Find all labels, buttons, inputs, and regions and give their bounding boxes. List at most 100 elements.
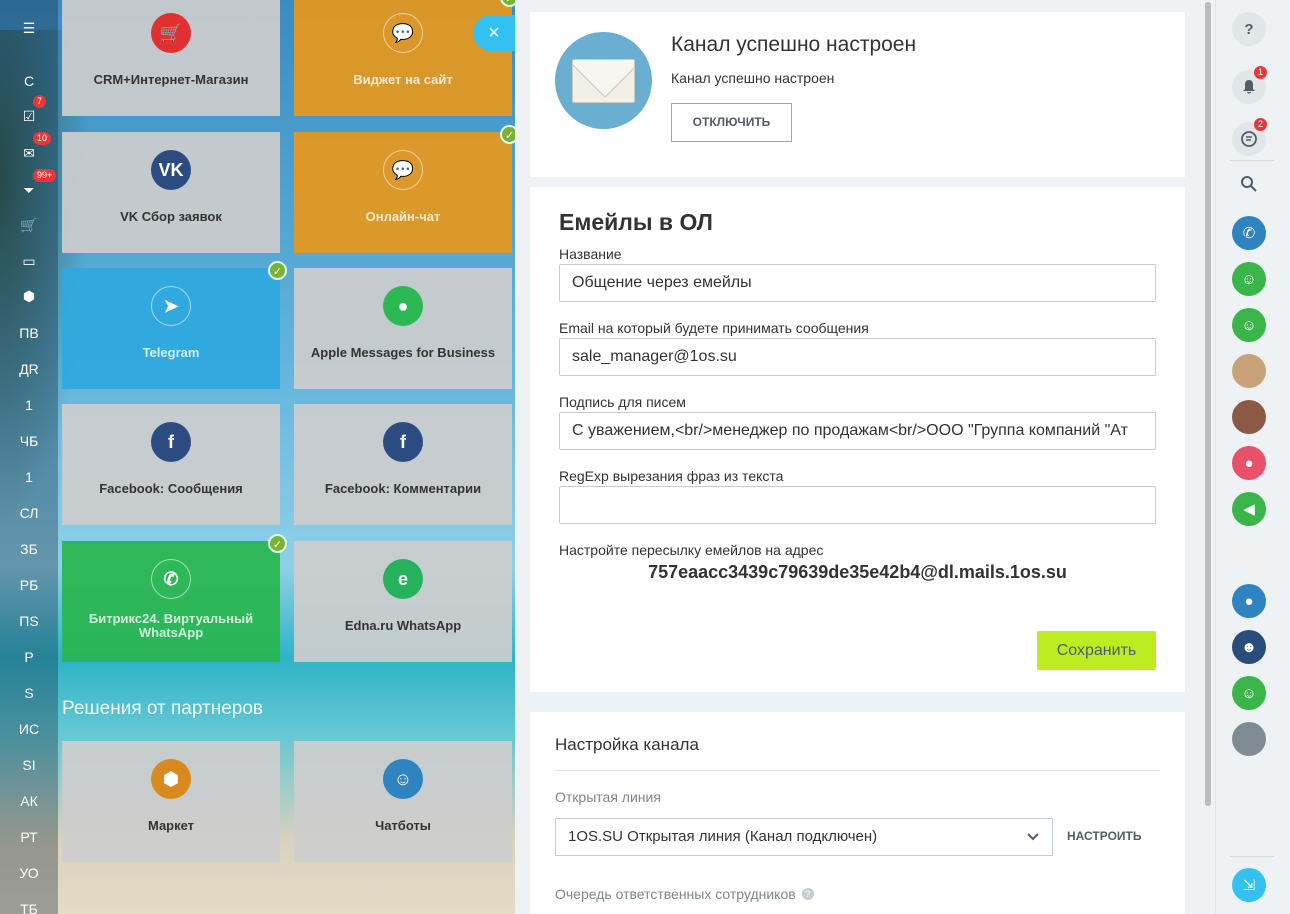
connector-tile-label: Apple Messages for Business bbox=[310, 345, 496, 360]
chat-icon: 💬 bbox=[383, 13, 423, 53]
signature-input[interactable]: С уважением,<br/>менеджер по продажам<br… bbox=[559, 412, 1156, 450]
left-nav-item[interactable]: ✉ 10 bbox=[0, 132, 58, 166]
email-input[interactable]: sale_manager@1os.su bbox=[559, 338, 1156, 376]
channel-settings-title: Настройка канала bbox=[555, 735, 699, 754]
help-icon[interactable]: ? bbox=[801, 888, 814, 900]
queue-label-text: Очередь ответственных сотрудников bbox=[555, 886, 796, 902]
left-nav-item-label: ☑ bbox=[22, 108, 36, 124]
left-nav-item-label: ⬢ bbox=[22, 288, 36, 304]
scrollbar-thumb[interactable] bbox=[1205, 2, 1211, 806]
left-nav-item[interactable]: ▭ bbox=[0, 248, 58, 274]
partner-tile[interactable]: ☺ Чатботы bbox=[294, 741, 512, 862]
left-nav-item-label: S bbox=[24, 685, 34, 701]
telegram-icon: ➤ bbox=[151, 286, 191, 326]
box-icon: ⬢ bbox=[151, 759, 191, 799]
left-nav-item[interactable]: РБ bbox=[0, 572, 58, 598]
cart-icon: 🛒 bbox=[151, 13, 191, 53]
connector-tile[interactable]: 💬Виджет на сайт✓ bbox=[294, 0, 519, 116]
vk-icon: VK bbox=[151, 150, 191, 190]
left-nav-item-label: SI bbox=[22, 757, 36, 773]
avatar[interactable] bbox=[1232, 538, 1266, 572]
left-nav-item[interactable]: С bbox=[0, 68, 58, 94]
connector-tile[interactable]: 🛒 CRM+Интернет-Магазин bbox=[62, 0, 280, 116]
close-slider-button[interactable]: × bbox=[473, 15, 515, 51]
connector-tile-label: Facebook: Сообщения bbox=[99, 481, 243, 496]
left-nav-item-label: ☰ bbox=[22, 20, 36, 36]
open-line-select[interactable]: 1OS.SU Открытая линия (Канал подключен) bbox=[555, 818, 1053, 856]
partner-tile[interactable]: ⬢ Маркет bbox=[62, 741, 280, 862]
regexp-input[interactable] bbox=[559, 486, 1156, 524]
left-nav-item[interactable]: РТ bbox=[0, 824, 58, 850]
right-sidebar: ? 1 2 ✆ ☺ ☺ ● ◀ ● ☻ ☺ ⇲ bbox=[1215, 0, 1290, 914]
left-nav-item[interactable]: ПS bbox=[0, 608, 58, 634]
connector-tile[interactable]: ➤ Telegram ✓ bbox=[62, 261, 287, 389]
avatar[interactable] bbox=[1232, 400, 1266, 434]
chats-icon[interactable]: 2 bbox=[1232, 118, 1268, 156]
left-nav-item[interactable]: УО bbox=[0, 860, 58, 886]
left-nav-item-label: ДR bbox=[19, 361, 39, 377]
bot-icon[interactable]: ☺ bbox=[1232, 308, 1266, 342]
megaphone-icon[interactable]: ◀ bbox=[1232, 492, 1266, 526]
name-input[interactable]: Общение через емейлы bbox=[559, 264, 1156, 302]
chats-badge: 2 bbox=[1254, 118, 1268, 131]
left-nav-item[interactable]: ЗБ bbox=[0, 536, 58, 562]
disconnect-button[interactable]: ОТКЛЮЧИТЬ bbox=[671, 103, 792, 142]
left-nav-item[interactable]: S bbox=[0, 680, 58, 706]
bot-icon[interactable]: ☺ bbox=[1232, 676, 1266, 710]
left-nav-item[interactable]: ☑ 7 bbox=[0, 95, 58, 129]
left-nav-item[interactable]: СЛ bbox=[0, 500, 58, 526]
save-button[interactable]: Сохранить bbox=[1037, 631, 1156, 670]
open-panel-icon[interactable]: ⇲ bbox=[1232, 868, 1266, 902]
left-nav-item[interactable]: ⏷ 99+ bbox=[0, 169, 58, 203]
connector-tile[interactable]: e Edna.ru WhatsApp bbox=[294, 541, 512, 662]
left-nav-item[interactable]: ИС bbox=[0, 716, 58, 742]
connector-tile-label: Виджет на сайт bbox=[353, 72, 453, 87]
connector-tile[interactable]: VK VK Сбор заявок bbox=[62, 132, 280, 253]
left-nav-item[interactable]: Р bbox=[0, 644, 58, 670]
group-chat-icon[interactable]: ☻ bbox=[1232, 630, 1266, 664]
connector-tile[interactable]: ✆ Битрикс24. Виртуальный WhatsApp ✓ bbox=[62, 534, 287, 662]
left-nav-item[interactable]: ☰ bbox=[0, 15, 58, 41]
open-line-label: Открытая линия bbox=[555, 789, 661, 805]
avatar[interactable] bbox=[1232, 354, 1266, 388]
left-nav-item[interactable]: 1 bbox=[0, 464, 58, 490]
left-nav-item[interactable]: ЧБ bbox=[0, 428, 58, 454]
left-nav-item-label: УО bbox=[19, 865, 39, 881]
forward-label: Настройте пересылку емейлов на адрес bbox=[559, 542, 824, 558]
left-nav-item-label: 🛒 bbox=[20, 217, 38, 233]
user-icon[interactable]: ● bbox=[1232, 446, 1266, 480]
left-nav-item[interactable]: SI bbox=[0, 752, 58, 778]
left-nav-item-label: ⏷ bbox=[23, 182, 35, 198]
left-nav-item[interactable]: АК bbox=[0, 788, 58, 814]
left-nav-item-label: ИС bbox=[18, 721, 40, 737]
whatsapp-icon: ✆ bbox=[151, 559, 191, 599]
left-nav-item-label: ЗБ bbox=[20, 541, 38, 557]
connector-tile-label: VK Сбор заявок bbox=[120, 209, 222, 224]
avatar[interactable] bbox=[1232, 722, 1266, 756]
left-nav-item[interactable]: ДR bbox=[0, 356, 58, 382]
connector-tile[interactable]: f Facebook: Комментарии bbox=[294, 404, 512, 525]
help-icon[interactable]: ? bbox=[1232, 12, 1266, 46]
left-nav-item[interactable]: ⬢ bbox=[0, 283, 58, 309]
message-bubble-icon: ● bbox=[383, 286, 423, 326]
connector-tile[interactable]: ● Apple Messages for Business bbox=[294, 268, 512, 389]
configure-open-line-link[interactable]: НАСТРОИТЬ bbox=[1067, 829, 1142, 843]
facebook-comments-icon: f bbox=[383, 422, 423, 462]
notifications-badge: 1 bbox=[1254, 66, 1268, 79]
divider bbox=[1230, 160, 1274, 161]
connector-tile[interactable]: f Facebook: Сообщения bbox=[62, 404, 280, 525]
left-nav-item[interactable]: ПВ bbox=[0, 320, 58, 346]
left-nav-item[interactable]: 1 bbox=[0, 392, 58, 418]
left-nav-item-label: 1 bbox=[25, 469, 33, 485]
left-nav-item[interactable]: 🛒 bbox=[0, 212, 58, 238]
search-icon[interactable] bbox=[1232, 167, 1266, 201]
bell-icon[interactable]: 1 bbox=[1232, 66, 1268, 104]
panel-scrollbar[interactable] bbox=[1203, 0, 1213, 914]
user-icon[interactable]: ● bbox=[1232, 584, 1266, 618]
connector-tile[interactable]: 💬 Онлайн-чат ✓ bbox=[294, 125, 519, 253]
bot-icon[interactable]: ☺ bbox=[1232, 262, 1266, 296]
signature-field-label: Подпись для писем bbox=[559, 394, 686, 410]
phone-icon[interactable]: ✆ bbox=[1232, 216, 1266, 250]
left-nav-item-label: ТБ bbox=[20, 901, 38, 914]
left-nav-item[interactable]: ТБ bbox=[0, 896, 58, 914]
